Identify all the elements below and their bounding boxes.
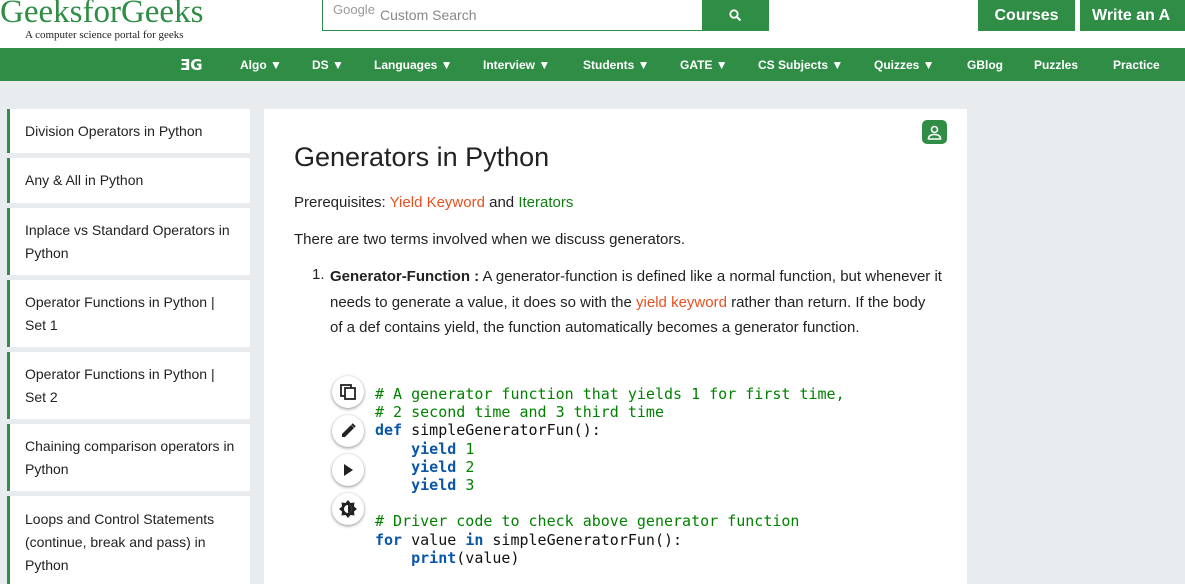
sidebar-item-any-all[interactable]: Any & All in Python: [7, 158, 250, 203]
term-generator-function: Generator-Function :: [330, 268, 480, 285]
site-tagline: A computer science portal for geeks: [25, 29, 184, 41]
code-number: 3: [465, 476, 475, 495]
code-text: (value): [456, 548, 520, 567]
copy-icon: [340, 384, 356, 400]
code-keyword: yield: [411, 439, 457, 458]
code-number: 1: [465, 439, 475, 458]
top-bar: GeeksforGeeks A computer science portal …: [0, 0, 1185, 48]
run-code-button[interactable]: [332, 454, 364, 486]
courses-button[interactable]: Courses: [978, 0, 1075, 31]
code-keyword: yield: [411, 476, 457, 495]
write-article-button[interactable]: Write an A: [1080, 0, 1185, 31]
generator-function-definition: Generator-Function : A generator-functio…: [330, 268, 942, 336]
code-text: simpleGeneratorFun():: [402, 421, 601, 440]
user-profile-button[interactable]: [922, 120, 947, 144]
sidebar-item-loops-control[interactable]: Loops and Control Statements (continue, …: [7, 496, 250, 584]
yield-keyword-link[interactable]: Yield Keyword: [390, 194, 485, 211]
sidebar-item-operator-functions-2[interactable]: Operator Functions in Python | Set 2: [7, 352, 250, 419]
theme-icon: [339, 500, 357, 518]
code-comment: # Driver code to check above generator f…: [375, 512, 800, 531]
nav-item-languages[interactable]: Languages ▼: [374, 48, 453, 81]
nav-item-interview[interactable]: Interview ▼: [483, 48, 550, 81]
search-placeholder-brand: Google: [333, 2, 375, 17]
sidebar-item-inplace-operators[interactable]: Inplace vs Standard Operators in Python: [7, 208, 250, 275]
prerequisites-line: Prerequisites: Yield Keyword and Iterato…: [294, 194, 574, 211]
toggle-theme-button[interactable]: [332, 493, 364, 525]
sidebar-item-chaining-comparison[interactable]: Chaining comparison operators in Python: [7, 424, 250, 491]
code-comment: # A generator function that yields 1 for…: [375, 385, 845, 403]
code-keyword: for: [375, 530, 403, 549]
search-input[interactable]: [323, 0, 702, 30]
nav-item-students[interactable]: Students ▼: [583, 48, 650, 81]
iterators-link[interactable]: Iterators: [518, 194, 573, 211]
nav-item-practice[interactable]: Practice: [1113, 48, 1160, 81]
code-comment: # 2 second time and 3 third time: [375, 403, 664, 422]
search-button[interactable]: [702, 0, 769, 31]
nav-item-algo[interactable]: Algo ▼: [240, 48, 282, 81]
nav-item-ds[interactable]: DS ▼: [312, 48, 344, 81]
list-number: 1.: [312, 266, 325, 283]
search-box: Google: [322, 0, 703, 31]
nav-item-gblog[interactable]: GBlog: [967, 48, 1003, 81]
sidebar-item-division-operators[interactable]: Division Operators in Python: [7, 109, 250, 153]
article-content: Generators in Python Prerequisites: Yiel…: [264, 109, 967, 584]
related-articles-sidebar: Division Operators in Python Any & All i…: [7, 109, 250, 584]
copy-code-button[interactable]: [332, 376, 364, 408]
edit-code-button[interactable]: [332, 415, 364, 447]
intro-paragraph: There are two terms involved when we dis…: [294, 231, 686, 248]
site-logo[interactable]: GeeksforGeeks: [0, 0, 203, 31]
sidebar-item-operator-functions-1[interactable]: Operator Functions in Python | Set 1: [7, 280, 250, 347]
search-icon: [729, 9, 742, 22]
nav-item-quizzes[interactable]: Quizzes ▼: [874, 48, 935, 81]
code-keyword: def: [375, 421, 403, 440]
code-text: simpleGeneratorFun():: [483, 530, 683, 549]
edit-icon: [342, 423, 356, 437]
user-icon: [927, 125, 942, 140]
code-toolbar: [332, 376, 364, 532]
code-number: 2: [465, 457, 475, 476]
code-block: # A generator function that yields 1 for…: [375, 385, 845, 567]
code-keyword: in: [465, 530, 484, 549]
nav-item-puzzles[interactable]: Puzzles: [1034, 48, 1078, 81]
yield-keyword-inline-link[interactable]: yield keyword: [636, 294, 727, 311]
run-icon: [344, 464, 353, 476]
main-nav: ƎG Algo ▼ DS ▼ Languages ▼ Interview ▼ S…: [0, 48, 1185, 81]
nav-item-gate[interactable]: GATE ▼: [680, 48, 728, 81]
page-title: Generators in Python: [294, 142, 550, 172]
code-keyword: print: [411, 548, 457, 567]
code-text: value: [402, 530, 466, 549]
nav-item-cs-subjects[interactable]: CS Subjects ▼: [758, 48, 843, 81]
nav-home-logo[interactable]: ƎG: [180, 48, 203, 81]
code-keyword: yield: [411, 457, 457, 476]
